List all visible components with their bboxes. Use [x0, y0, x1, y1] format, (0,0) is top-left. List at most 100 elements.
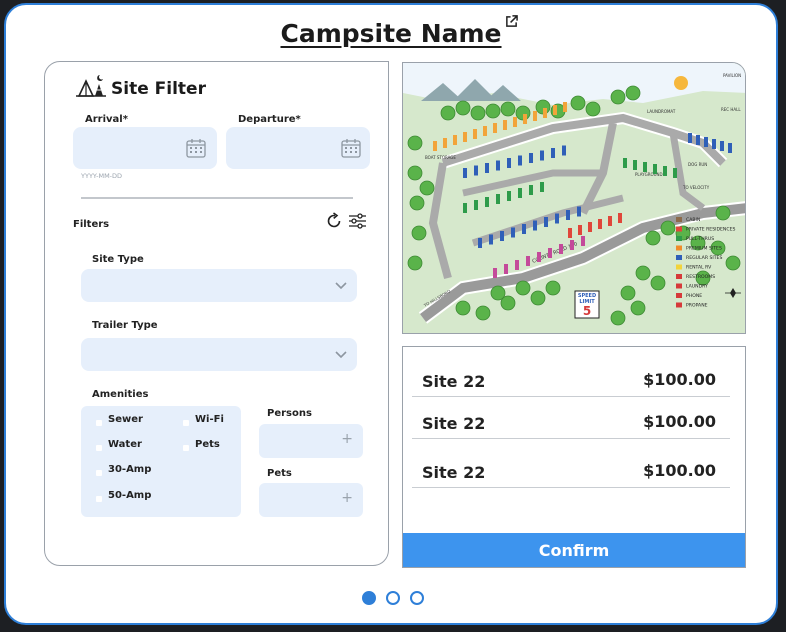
campsite-pad[interactable] — [720, 141, 724, 151]
campsite-pad[interactable] — [453, 135, 457, 145]
campground-map[interactable]: COUNTY ROAD 100 SPEED LIMIT 5 PAVILION P… — [402, 62, 746, 334]
campsite-pad[interactable] — [540, 150, 544, 161]
campsite-pad[interactable] — [504, 264, 508, 274]
arrival-date-input[interactable] — [73, 127, 217, 169]
campsite-pad[interactable] — [704, 137, 708, 147]
campsite-pad[interactable] — [696, 135, 700, 145]
persons-stepper[interactable]: + — [259, 424, 363, 458]
campsite-pad[interactable] — [529, 185, 533, 195]
campsite-pad[interactable] — [712, 139, 716, 149]
site-row[interactable]: Site 22 $100.00 — [412, 397, 730, 439]
departure-label: Departure* — [238, 114, 301, 125]
campsite-pad[interactable] — [570, 240, 574, 250]
campsite-pad[interactable] — [478, 238, 482, 248]
campsite-pad[interactable] — [566, 210, 570, 220]
campsite-pad[interactable] — [633, 160, 637, 170]
campsite-pad[interactable] — [463, 168, 467, 178]
calendar-icon[interactable] — [185, 137, 207, 159]
campsite-pad[interactable] — [537, 252, 541, 262]
campsite-pad[interactable] — [728, 143, 732, 153]
campsite-pad[interactable] — [540, 182, 544, 192]
campsite-pad[interactable] — [489, 234, 493, 245]
campsite-pad[interactable] — [463, 132, 467, 142]
campsite-pad[interactable] — [443, 138, 447, 148]
campsite-pad[interactable] — [548, 248, 552, 258]
site-row[interactable]: Site 22 $100.00 — [412, 441, 730, 488]
campsite-pad[interactable] — [493, 268, 497, 278]
campsite-title[interactable]: Campsite Name — [280, 15, 518, 48]
wifi-checkbox[interactable] — [183, 420, 189, 426]
campsite-pad[interactable] — [618, 213, 622, 223]
campsite-pad[interactable] — [551, 148, 555, 158]
plus-icon[interactable]: + — [341, 490, 353, 506]
campsite-pad[interactable] — [553, 105, 557, 115]
reset-icon[interactable] — [325, 212, 343, 230]
pagination-dot[interactable] — [362, 591, 376, 605]
sliders-icon[interactable] — [348, 212, 367, 230]
campsite-pad[interactable] — [643, 162, 647, 172]
campsite-pad[interactable] — [563, 102, 567, 112]
campsite-pad[interactable] — [526, 256, 530, 266]
campsite-pad[interactable] — [493, 123, 497, 133]
campsite-pad[interactable] — [529, 153, 533, 163]
campsite-pad[interactable] — [522, 224, 526, 234]
campsite-pad[interactable] — [473, 129, 477, 139]
trailer-type-select[interactable] — [81, 338, 357, 371]
campsite-pad[interactable] — [503, 120, 507, 130]
campsite-pad[interactable] — [507, 158, 511, 168]
campsite-pad[interactable] — [559, 244, 563, 254]
sewer-checkbox[interactable] — [96, 420, 102, 426]
campsite-pad[interactable] — [555, 213, 559, 224]
campsite-pad[interactable] — [474, 165, 478, 176]
campsite-pad[interactable] — [433, 141, 437, 151]
campsite-pad[interactable] — [568, 228, 572, 238]
campsite-pad[interactable] — [544, 217, 548, 227]
campsite-pad[interactable] — [500, 231, 504, 241]
site-row[interactable]: Site 22 $100.00 — [412, 355, 730, 397]
campsite-pad[interactable] — [588, 222, 592, 232]
campsite-pad[interactable] — [543, 108, 547, 118]
campsite-pad[interactable] — [653, 164, 657, 174]
campsite-pad[interactable] — [485, 197, 489, 207]
campsite-pad[interactable] — [485, 163, 489, 173]
departure-date-input[interactable] — [226, 127, 370, 169]
external-link-icon[interactable] — [505, 15, 518, 28]
campsite-pad[interactable] — [483, 126, 487, 136]
confirm-button[interactable]: Confirm — [403, 533, 745, 567]
campsite-pad[interactable] — [598, 219, 602, 229]
campsite-pad[interactable] — [496, 194, 500, 204]
campsite-pad[interactable] — [496, 160, 500, 171]
site-type-select[interactable] — [81, 269, 357, 302]
campsite-pad[interactable] — [608, 216, 612, 226]
campsite-pad[interactable] — [581, 236, 585, 246]
campsite-pad[interactable] — [688, 133, 692, 143]
campsite-pad[interactable] — [511, 227, 515, 238]
campsite-pad[interactable] — [533, 220, 537, 231]
campsite-pad[interactable] — [523, 114, 527, 124]
pets-checkbox[interactable] — [183, 445, 189, 451]
campsite-pad[interactable] — [562, 145, 566, 156]
campsite-pad[interactable] — [673, 168, 677, 178]
campsite-pad[interactable] — [623, 158, 627, 168]
campsite-pad[interactable] — [513, 117, 517, 127]
pagination-dot[interactable] — [410, 591, 424, 605]
water-checkbox[interactable] — [96, 445, 102, 451]
campsite-pad[interactable] — [533, 111, 537, 121]
tree-icon — [500, 295, 516, 311]
campsite-pad[interactable] — [578, 225, 582, 235]
campsite-pad[interactable] — [518, 155, 522, 166]
plus-icon[interactable]: + — [341, 431, 353, 447]
tree-icon — [660, 220, 676, 236]
campsite-pad[interactable] — [463, 203, 467, 213]
calendar-icon[interactable] — [340, 137, 362, 159]
campsite-pad[interactable] — [515, 260, 519, 270]
campsite-pad[interactable] — [474, 200, 478, 210]
30-amp-checkbox[interactable] — [96, 470, 102, 476]
campsite-pad[interactable] — [507, 191, 511, 201]
campsite-pad[interactable] — [577, 206, 581, 217]
campsite-pad[interactable] — [518, 188, 522, 198]
pagination-dot[interactable] — [386, 591, 400, 605]
50-amp-checkbox[interactable] — [96, 496, 102, 502]
campsite-pad[interactable] — [663, 166, 667, 176]
pets-stepper[interactable]: + — [259, 483, 363, 517]
